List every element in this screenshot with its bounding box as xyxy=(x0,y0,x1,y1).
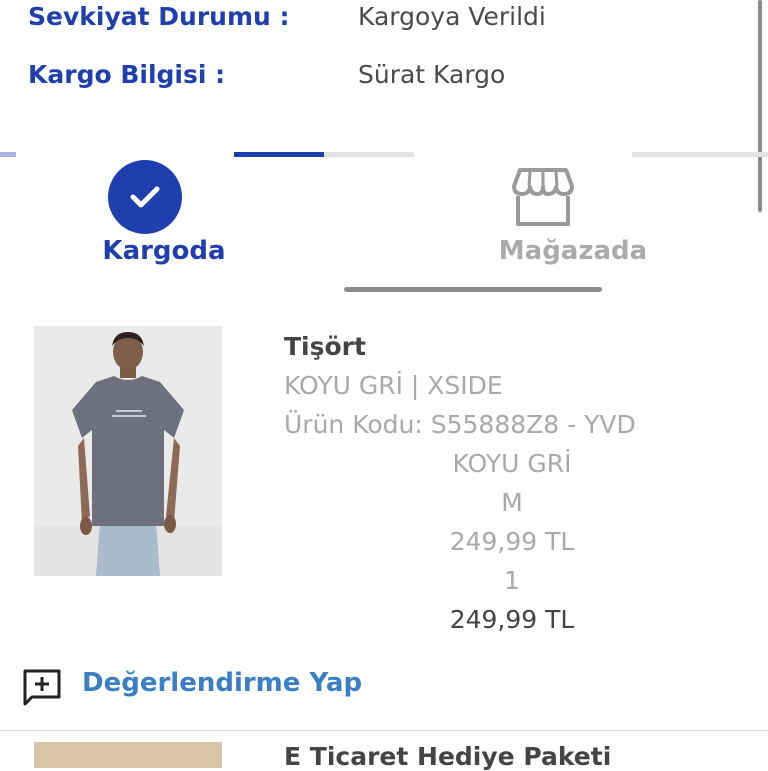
add-box-icon xyxy=(23,669,61,706)
progress-line-active xyxy=(234,152,324,157)
progress-line-left xyxy=(0,152,16,157)
product-total-price: 249,99 TL xyxy=(449,605,575,634)
step-kargoda-circle xyxy=(108,160,182,234)
shipment-status-value: Kargoya Verildi xyxy=(358,2,546,31)
product-unit-price: 249,99 TL xyxy=(449,527,575,556)
shipment-status-label: Sevkiyat Durumu : xyxy=(28,2,290,31)
product-quantity: 1 xyxy=(504,566,520,595)
product-size: M xyxy=(501,488,523,517)
product-title: Tişört xyxy=(284,332,366,361)
product-image[interactable] xyxy=(34,326,222,576)
review-button[interactable]: Değerlendirme Yap xyxy=(20,666,362,706)
next-product-image[interactable] xyxy=(34,742,222,768)
scrollbar[interactable] xyxy=(758,0,762,212)
step-magazada-label: Mağazada xyxy=(498,236,648,266)
carrier-label: Kargo Bilgisi : xyxy=(28,60,226,89)
product-variant: KOYU GRİ | XSIDE xyxy=(284,371,503,400)
step-magazada-underline xyxy=(344,287,602,292)
carrier-value: Sürat Kargo xyxy=(358,60,506,89)
check-icon xyxy=(130,186,160,208)
review-label: Değerlendirme Yap xyxy=(82,668,363,698)
product-code: Ürün Kodu: S55888Z8 - YVD xyxy=(284,410,636,439)
step-kargoda-label: Kargoda xyxy=(102,236,226,266)
divider xyxy=(0,730,768,731)
progress-line-right xyxy=(632,152,768,157)
progress-line-pending xyxy=(324,152,414,157)
store-icon xyxy=(510,166,576,228)
product-color: KOYU GRİ xyxy=(452,449,572,478)
next-product-title: E Ticaret Hediye Paketi xyxy=(284,742,612,771)
